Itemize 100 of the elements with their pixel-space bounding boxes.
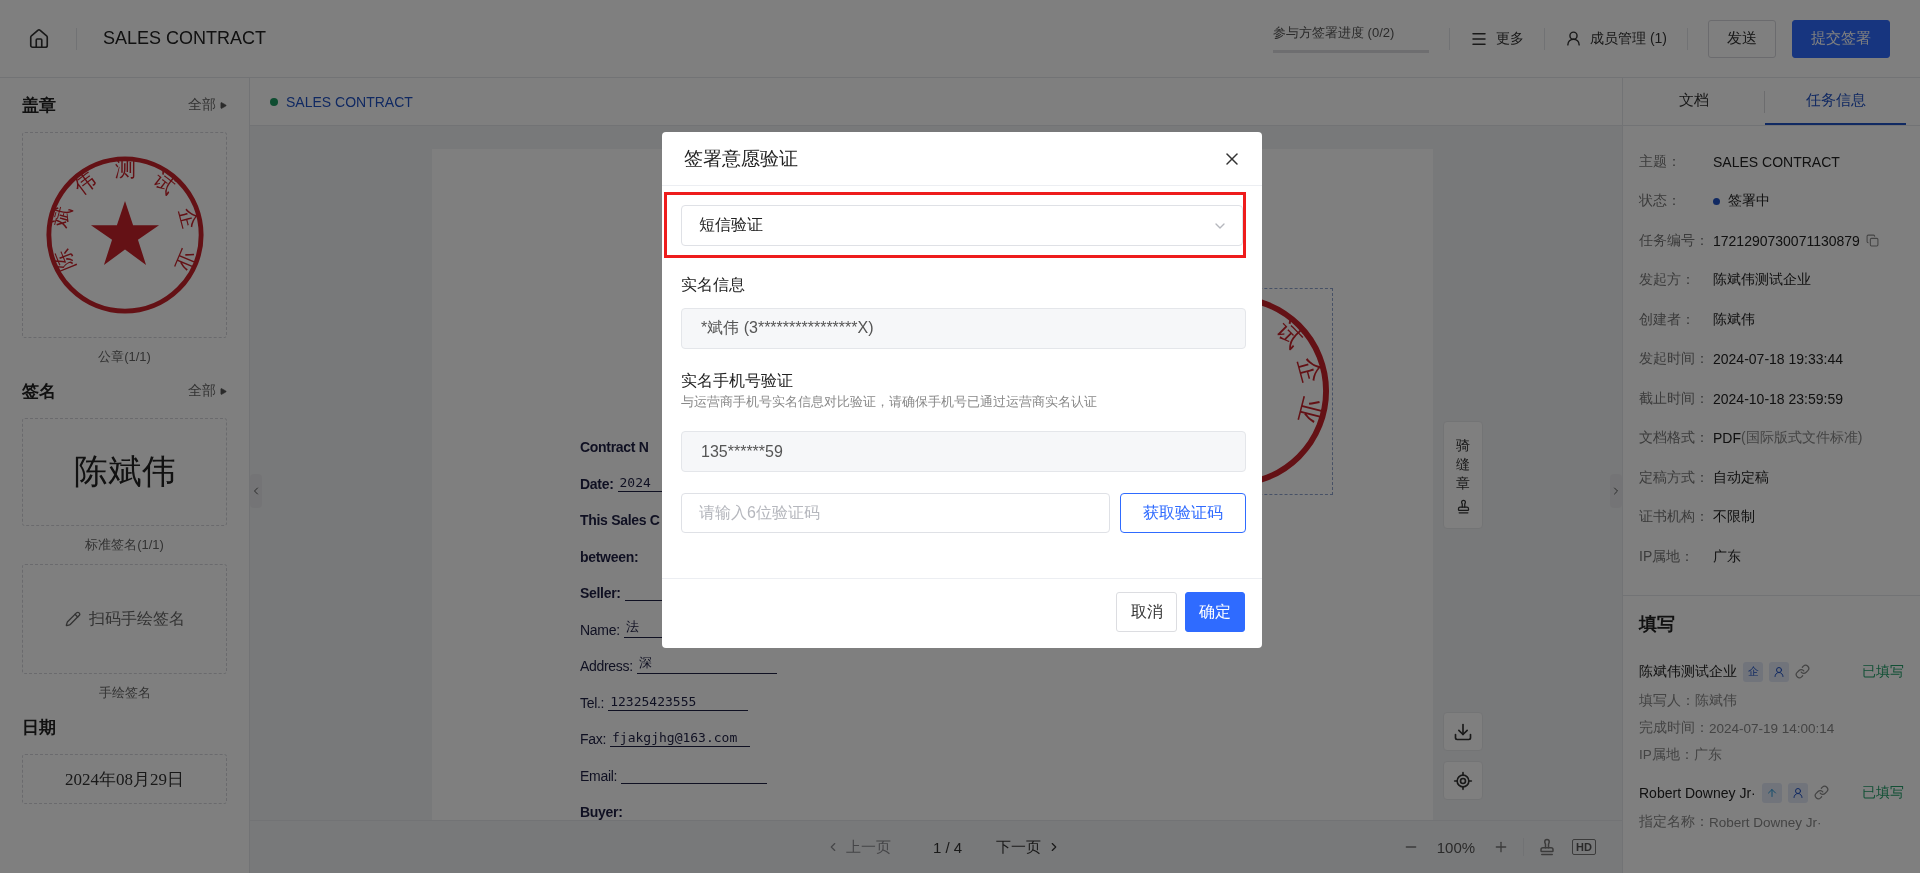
more-menu[interactable]: 更多 bbox=[1470, 29, 1524, 48]
stamp-icon[interactable] bbox=[1538, 838, 1557, 856]
party-status: 已填写 bbox=[1862, 783, 1904, 802]
detail-value: 2024-07-19 14:00:14 bbox=[1709, 720, 1835, 736]
caret-icon bbox=[220, 101, 227, 109]
field-value: fjakgjhg@163.com bbox=[610, 730, 751, 748]
status-dot bbox=[1713, 197, 1720, 205]
user-icon bbox=[1565, 30, 1582, 47]
detail-label: 完成时间： bbox=[1639, 719, 1709, 737]
info-label: 截止时间： bbox=[1639, 389, 1710, 408]
info-value: 自动定稿 bbox=[1713, 468, 1769, 487]
page-number: 1 / 4 bbox=[933, 838, 963, 856]
info-value: 签署中 bbox=[1728, 192, 1770, 211]
field-value: 12325423555 bbox=[608, 693, 749, 711]
detail-value: Robert Downey Jr· bbox=[1709, 814, 1822, 830]
field-label: Name: bbox=[580, 621, 620, 638]
document-tab[interactable]: SALES CONTRACT bbox=[286, 93, 413, 110]
detail-label: IP属地： bbox=[1639, 746, 1694, 764]
panel-tab[interactable]: 任务信息 bbox=[1765, 78, 1906, 125]
status-dot bbox=[270, 97, 278, 106]
identity-field: *斌伟 (3****************X) bbox=[681, 308, 1246, 349]
phone-field: 135******59 bbox=[681, 431, 1246, 472]
document-text: Buyer: bbox=[580, 804, 623, 820]
get-code-button[interactable]: 获取验证码 bbox=[1120, 493, 1246, 533]
info-label: 定稿方式： bbox=[1639, 468, 1710, 487]
info-value: 广东 bbox=[1713, 547, 1741, 566]
detail-value: 陈斌伟 bbox=[1695, 692, 1737, 710]
info-value: SALES CONTRACT bbox=[1713, 153, 1840, 170]
pencil-icon bbox=[64, 611, 81, 627]
info-note: (国际版式文件标准) bbox=[1741, 429, 1863, 448]
dialog-title: 签署意愿验证 bbox=[684, 146, 798, 171]
field-label: Seller: bbox=[580, 585, 621, 602]
date-text: 2024年08月29日 bbox=[65, 768, 184, 791]
party-name: Robert Downey Jr· bbox=[1639, 784, 1756, 801]
send-button[interactable]: 发送 bbox=[1708, 19, 1776, 58]
info-label: 文档格式： bbox=[1639, 429, 1710, 448]
collapse-left-handle[interactable] bbox=[250, 474, 262, 508]
party-status: 已填写 bbox=[1862, 662, 1904, 681]
info-label: 证书机构： bbox=[1639, 508, 1710, 527]
next-page-button[interactable]: 下一页 bbox=[996, 837, 1062, 857]
member-management[interactable]: 成员管理 (1) bbox=[1565, 29, 1667, 48]
info-value: 2024-07-18 19:33:44 bbox=[1713, 351, 1843, 368]
hd-toggle[interactable]: HD bbox=[1572, 839, 1596, 855]
info-value: 1721290730071130879 bbox=[1713, 232, 1860, 249]
panel-tab[interactable]: 文档 bbox=[1623, 78, 1764, 125]
field-label: Date: bbox=[580, 475, 614, 492]
info-label: 任务编号： bbox=[1639, 231, 1710, 250]
field-value: 深 bbox=[636, 654, 777, 675]
info-value: 2024-10-18 23:59:59 bbox=[1713, 390, 1843, 407]
field-label: Fax: bbox=[580, 731, 607, 748]
section-title: 签名 bbox=[22, 380, 56, 403]
download-button[interactable] bbox=[1443, 712, 1483, 751]
enterprise-badge: 企 bbox=[1743, 661, 1763, 682]
info-value: 不限制 bbox=[1713, 508, 1755, 527]
info-label: IP属地： bbox=[1639, 547, 1696, 566]
confirm-button[interactable]: 确定 bbox=[1185, 592, 1245, 632]
card-caption: 公章(1/1) bbox=[98, 348, 151, 366]
locate-button[interactable] bbox=[1443, 761, 1483, 800]
crosshair-icon bbox=[1453, 770, 1473, 791]
submit-button[interactable]: 提交签署 bbox=[1792, 19, 1890, 58]
card-caption: 标准签名(1/1) bbox=[85, 536, 164, 554]
field-hint: 与运营商手机号实名信息对比验证，请确保手机号已通过运营商实名认证 bbox=[681, 394, 1098, 411]
arrow-badge bbox=[1761, 782, 1782, 803]
date-card[interactable]: 2024年08月29日 bbox=[22, 754, 227, 804]
signature-text: 陈斌伟 bbox=[73, 450, 176, 493]
signing-progress-label: 参与方签署进度 (0/2) bbox=[1273, 24, 1396, 42]
cancel-button[interactable]: 取消 bbox=[1116, 592, 1177, 632]
document-text: between: bbox=[580, 548, 639, 565]
method-select[interactable]: 短信验证 bbox=[681, 205, 1243, 246]
copy-icon[interactable] bbox=[1865, 234, 1879, 248]
signature-card[interactable]: 陈斌伟 bbox=[22, 418, 227, 526]
person-badge bbox=[1769, 661, 1789, 682]
view-all-link[interactable]: 全部 bbox=[188, 382, 227, 400]
detail-value: 广东 bbox=[1693, 746, 1722, 764]
document-text: This Sales C bbox=[580, 512, 660, 529]
info-label: 状态： bbox=[1639, 192, 1682, 211]
info-value: PDF bbox=[1713, 430, 1741, 447]
party-name: 陈斌伟测试企业 bbox=[1639, 662, 1737, 681]
link-icon[interactable] bbox=[1813, 785, 1829, 800]
field-label: 实名信息 bbox=[681, 275, 746, 295]
document-title: SALES CONTRACT bbox=[103, 28, 267, 49]
field-label: Tel.: bbox=[580, 694, 605, 711]
home-icon[interactable] bbox=[28, 27, 50, 50]
field-label: Address: bbox=[580, 658, 633, 675]
seam-seal-button[interactable]: 骑缝章 bbox=[1443, 421, 1483, 529]
info-label: 发起时间： bbox=[1639, 350, 1710, 369]
document-text: Contract N bbox=[580, 439, 649, 456]
detail-label: 填写人： bbox=[1639, 692, 1695, 710]
section-title: 填写 bbox=[1639, 612, 1676, 636]
info-label: 发起方： bbox=[1639, 271, 1696, 290]
info-value: 陈斌伟 bbox=[1713, 310, 1755, 329]
view-all-link[interactable]: 全部 bbox=[188, 96, 227, 114]
scan-sign-button[interactable]: 扫码手绘签名 bbox=[58, 607, 191, 631]
field-label: 实名手机号验证 bbox=[681, 371, 794, 391]
link-icon[interactable] bbox=[1795, 664, 1810, 679]
collapse-right-handle[interactable] bbox=[1610, 474, 1622, 508]
info-label: 创建者： bbox=[1639, 310, 1696, 329]
info-label: 主题： bbox=[1639, 152, 1682, 171]
detail-label: 指定名称： bbox=[1639, 813, 1709, 831]
code-input[interactable]: 请输入6位验证码 bbox=[681, 493, 1110, 533]
